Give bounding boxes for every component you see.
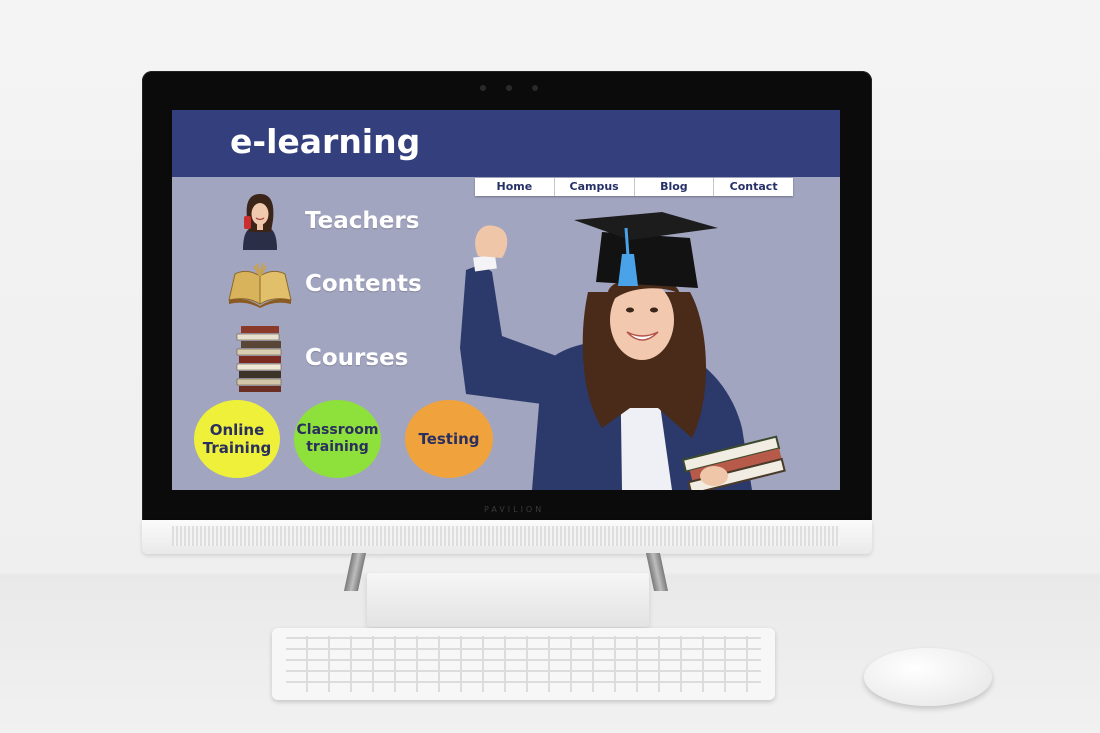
nav-item-blog[interactable]: Blog: [635, 178, 715, 196]
stand-leg: [343, 553, 367, 591]
speaker-grille: [172, 526, 840, 546]
open-book-icon: [228, 262, 292, 308]
menu-label-contents: Contents: [305, 271, 422, 297]
nav-item-contact[interactable]: Contact: [714, 178, 793, 196]
menu-label-teachers: Teachers: [305, 208, 420, 234]
menu-label-courses: Courses: [305, 345, 409, 371]
keyboard-keys: [286, 636, 761, 692]
mouse: [864, 648, 992, 706]
site-header: e-learning: [172, 110, 840, 177]
woman-on-phone-icon: [243, 194, 277, 250]
website-screen: e-learning Home Campus Blog Contact Teac…: [172, 110, 840, 490]
graduate-student-illustration: [460, 212, 786, 490]
book-stack-icon: [236, 326, 282, 392]
stand-leg: [645, 553, 669, 591]
site-title: e-learning: [230, 122, 421, 161]
classroom-training-button[interactable]: Classroom training: [294, 400, 381, 478]
online-training-line2: Training: [202, 439, 272, 457]
monitor-brand: PAVILION: [484, 505, 545, 514]
camera-dot: [480, 85, 486, 91]
online-training-button[interactable]: Online Training: [194, 400, 280, 478]
menu-item-contents[interactable]: Contents: [227, 260, 422, 308]
stand-base: [367, 573, 649, 627]
menu-item-courses[interactable]: Courses: [227, 324, 408, 392]
menu-item-teachers[interactable]: Teachers: [227, 192, 419, 250]
keyboard: [272, 628, 775, 700]
nav-item-campus[interactable]: Campus: [555, 178, 635, 196]
camera-dot: [532, 85, 538, 91]
classroom-training-line1: Classroom: [296, 422, 379, 439]
classroom-training-line2: training: [306, 439, 369, 455]
top-nav: Home Campus Blog Contact: [475, 178, 793, 196]
monitor-chin: [142, 520, 872, 554]
nav-item-home[interactable]: Home: [475, 178, 555, 196]
camera-dot: [506, 85, 512, 91]
online-training-line1: Online: [209, 421, 265, 439]
